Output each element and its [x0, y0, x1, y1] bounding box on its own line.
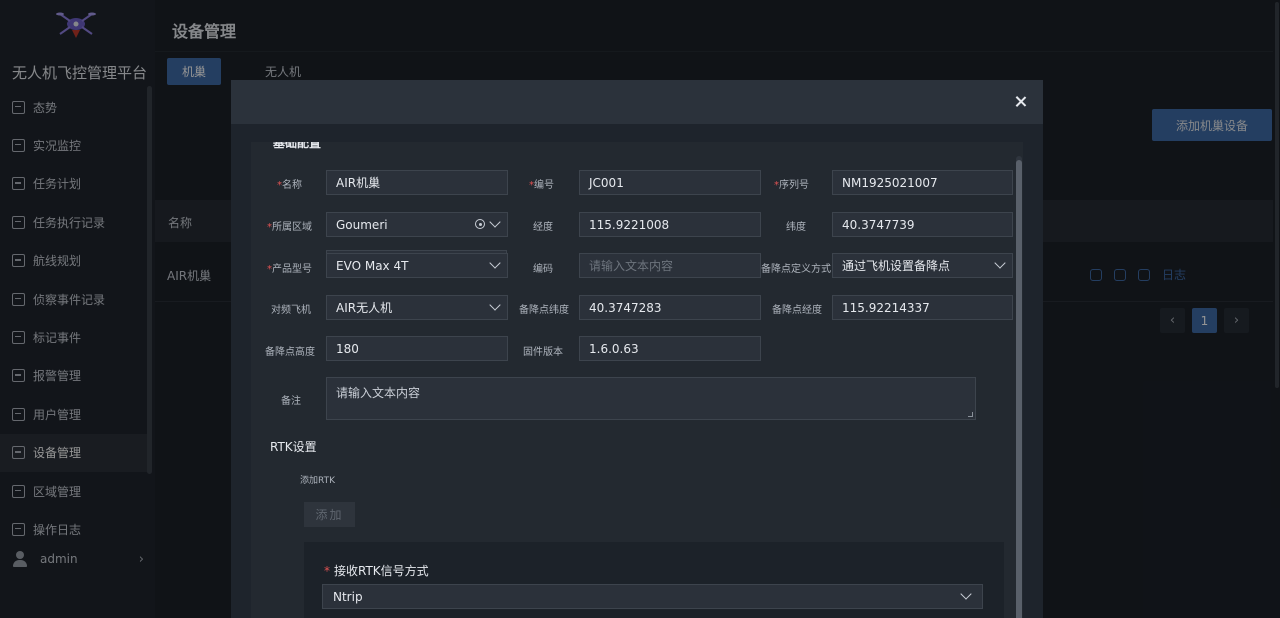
chevron-down-icon — [489, 299, 501, 311]
label-remark: 备注 — [281, 396, 301, 407]
product-model-select[interactable]: EVO Max 4T — [326, 253, 508, 278]
label-paired-drone: 对频飞机 — [271, 305, 311, 316]
modal-body: 基础配置 *名称 *编号 *序列号 *所属区域 经度 纬度 *产品型号 编码 备… — [251, 142, 1023, 618]
backup-alt-value: 180 — [336, 341, 359, 356]
backup-lat-value: 40.3747283 — [589, 300, 662, 315]
label-backup-alt: 备降点高度 — [265, 347, 315, 358]
section-title-basic: 基础配置 — [273, 142, 322, 150]
firmware-value: 1.6.0.63 — [589, 341, 639, 356]
rtk-section-title: RTK设置 — [270, 440, 317, 454]
code-input[interactable]: JC001 — [579, 170, 761, 195]
modal-header — [231, 80, 1043, 124]
close-icon[interactable] — [1013, 94, 1029, 110]
latitude-input[interactable]: 40.3747739 — [832, 212, 1013, 237]
name-input[interactable]: AIR机巢 — [326, 170, 508, 195]
rtk-signal-label: * 接收RTK信号方式 — [324, 564, 429, 578]
label-encoding: 编码 — [533, 264, 553, 275]
latitude-value: 40.3747739 — [842, 217, 915, 232]
label-backup-lng: 备降点经度 — [772, 305, 822, 316]
rtk-config-panel: * 接收RTK信号方式 Ntrip — [304, 542, 1004, 618]
rtk-signal-value: Ntrip — [333, 589, 363, 604]
region-select[interactable]: Goumeri — [326, 212, 508, 237]
backup-alt-input[interactable]: 180 — [326, 336, 508, 361]
label-longitude: 经度 — [533, 222, 553, 233]
backup-method-select[interactable]: 通过飞机设置备降点 — [832, 253, 1013, 278]
chevron-down-icon — [994, 257, 1006, 269]
location-icon[interactable] — [475, 219, 485, 229]
backup-method-value: 通过飞机设置备降点 — [842, 259, 951, 273]
paired-drone-select[interactable]: AIR无人机 — [326, 295, 508, 320]
add-rtk-button[interactable]: 添加 — [304, 502, 355, 527]
modal-scrollbar-thumb[interactable] — [1016, 160, 1022, 618]
chevron-down-icon — [489, 216, 501, 228]
serial-value: NM1925021007 — [842, 175, 938, 190]
remark-placeholder: 请输入文本内容 — [336, 386, 421, 400]
label-name: *名称 — [277, 180, 302, 191]
name-value: AIR机巢 — [336, 176, 381, 190]
label-code: *编号 — [529, 180, 554, 191]
code-value: JC001 — [589, 175, 624, 190]
chevron-down-icon — [489, 257, 501, 269]
edit-nest-modal: 基础配置 *名称 *编号 *序列号 *所属区域 经度 纬度 *产品型号 编码 备… — [231, 80, 1043, 618]
backup-lng-input[interactable]: 115.92214337 — [832, 295, 1013, 320]
encoding-input[interactable]: 请输入文本内容 — [579, 253, 761, 278]
serial-input[interactable]: NM1925021007 — [832, 170, 1013, 195]
label-firmware: 固件版本 — [523, 347, 563, 358]
longitude-value: 115.9221008 — [589, 217, 670, 232]
backup-lat-input[interactable]: 40.3747283 — [579, 295, 761, 320]
label-backup-lat: 备降点纬度 — [519, 305, 569, 316]
label-region: *所属区域 — [267, 222, 312, 233]
chevron-down-icon — [960, 588, 972, 600]
product-model-value: EVO Max 4T — [336, 258, 409, 273]
modal-scrollbar[interactable] — [1016, 156, 1022, 618]
add-rtk-label: 添加RTK — [300, 476, 335, 486]
backup-lng-value: 115.92214337 — [842, 300, 930, 315]
rtk-signal-select[interactable]: Ntrip — [322, 584, 983, 609]
label-backup-method: 备降点定义方式 — [761, 264, 831, 275]
longitude-input[interactable]: 115.9221008 — [579, 212, 761, 237]
paired-drone-value: AIR无人机 — [336, 301, 393, 315]
label-product-model: *产品型号 — [267, 264, 312, 275]
encoding-placeholder: 请输入文本内容 — [589, 259, 674, 273]
remark-textarea[interactable]: 请输入文本内容 — [326, 377, 976, 420]
firmware-input[interactable]: 1.6.0.63 — [579, 336, 761, 361]
resize-handle-icon[interactable] — [968, 412, 973, 417]
region-value: Goumeri — [336, 217, 388, 232]
